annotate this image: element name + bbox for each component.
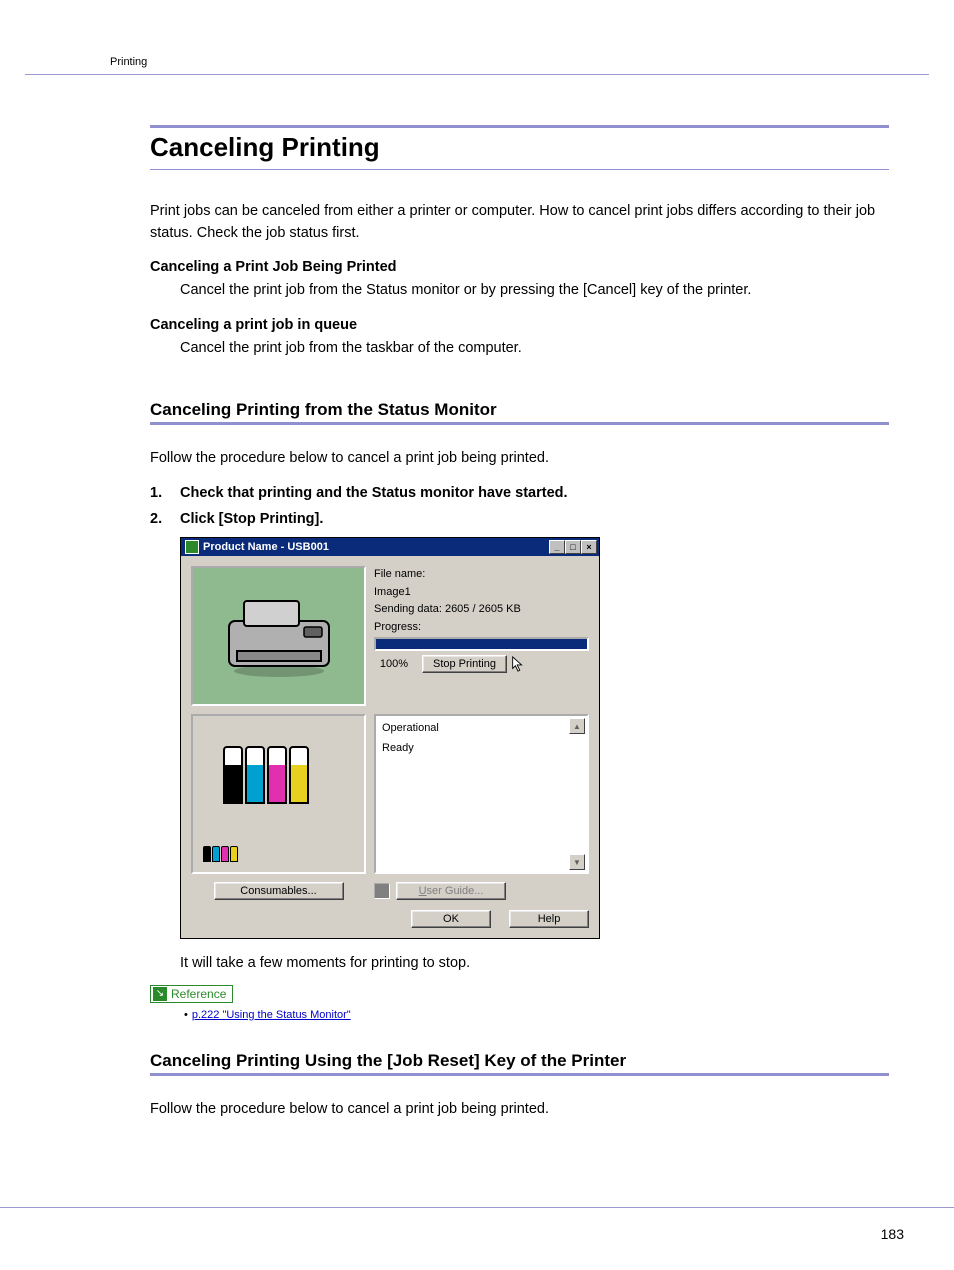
intro-paragraph: Print jobs can be canceled from either a… xyxy=(150,200,889,245)
ink-cyan xyxy=(245,746,265,804)
dialog-titlebar[interactable]: Product Name - USB001 _ □ × xyxy=(181,538,599,556)
step-number: 2. xyxy=(150,511,180,527)
step-2: 2. Click [Stop Printing]. xyxy=(150,511,889,527)
printer-image xyxy=(191,566,366,706)
maximize-icon[interactable]: □ xyxy=(565,540,581,554)
progress-percent: 100% xyxy=(374,656,414,673)
step-list: 1. Check that printing and the Status mo… xyxy=(150,485,889,527)
section2-lead: Follow the procedure below to cancel a p… xyxy=(150,1098,889,1120)
printer-icon xyxy=(219,591,339,681)
cursor-icon xyxy=(511,656,525,672)
page-number: 183 xyxy=(881,1226,904,1242)
step-text: Click [Stop Printing]. xyxy=(180,511,323,527)
close-icon[interactable]: × xyxy=(581,540,597,554)
reference-label: Reference xyxy=(171,987,226,1001)
status-monitor-dialog: Product Name - USB001 _ □ × xyxy=(180,537,600,939)
ink-panel xyxy=(191,714,366,874)
file-name-label: File name: xyxy=(374,566,589,583)
user-guide-button[interactable]: User Guide... xyxy=(396,882,506,900)
subhead-queue: Canceling a print job in queue xyxy=(150,317,889,333)
step-note: It will take a few moments for printing … xyxy=(180,955,889,971)
minimize-icon[interactable]: _ xyxy=(549,540,565,554)
status-operational: Operational xyxy=(382,722,581,734)
subbody-printing: Cancel the print job from the Status mon… xyxy=(180,279,889,301)
ok-button[interactable]: OK xyxy=(411,910,491,928)
status-ready: Ready xyxy=(382,742,581,754)
guide-icon xyxy=(374,883,390,899)
section-job-reset: Canceling Printing Using the [Job Reset]… xyxy=(150,1051,889,1076)
step-text: Check that printing and the Status monit… xyxy=(180,485,568,501)
reference-link[interactable]: p.222 "Using the Status Monitor" xyxy=(184,1009,889,1021)
ink-yellow xyxy=(289,746,309,804)
step-1: 1. Check that printing and the Status mo… xyxy=(150,485,889,501)
dialog-title: Product Name - USB001 xyxy=(203,541,329,553)
info-panel: File name: Image1 Sending data: 2605 / 2… xyxy=(374,566,589,706)
ink-magenta xyxy=(267,746,287,804)
stop-printing-button[interactable]: Stop Printing xyxy=(422,655,507,673)
help-button[interactable]: Help xyxy=(509,910,589,928)
file-name-value: Image1 xyxy=(374,584,589,601)
scroll-up-icon[interactable]: ▲ xyxy=(569,718,585,734)
mini-ink-icon xyxy=(203,846,238,862)
page-title: Canceling Printing xyxy=(150,132,889,163)
sending-data: Sending data: 2605 / 2605 KB xyxy=(374,601,589,618)
ink-black xyxy=(223,746,243,804)
section1-lead: Follow the procedure below to cancel a p… xyxy=(150,447,889,469)
status-text-box: Operational Ready ▲ ▼ xyxy=(374,714,589,874)
chapter-label: Printing xyxy=(110,56,147,68)
reference-badge: ↘ Reference xyxy=(150,985,233,1003)
reference-icon: ↘ xyxy=(153,987,167,1001)
subhead-printing: Canceling a Print Job Being Printed xyxy=(150,259,889,275)
consumables-button[interactable]: Consumables... xyxy=(214,882,344,900)
app-icon xyxy=(185,540,199,554)
scroll-down-icon[interactable]: ▼ xyxy=(569,854,585,870)
progress-bar xyxy=(374,637,589,651)
section-status-monitor: Canceling Printing from the Status Monit… xyxy=(150,400,889,425)
subbody-queue: Cancel the print job from the taskbar of… xyxy=(180,337,889,359)
progress-label: Progress: xyxy=(374,619,589,636)
step-number: 1. xyxy=(150,485,180,501)
